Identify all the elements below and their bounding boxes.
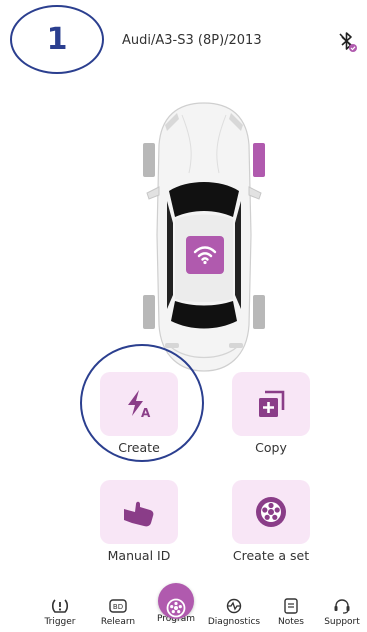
- create-set-label: Create a set: [232, 548, 310, 563]
- nav-relearn-label: Relearn: [100, 617, 136, 627]
- tire-rear-left: [143, 295, 155, 329]
- step-number-annotation: 1: [10, 5, 104, 74]
- tire-front-left: [143, 143, 155, 177]
- nav-trigger[interactable]: Trigger: [30, 585, 90, 632]
- headset-icon: [334, 599, 350, 614]
- tire-rear-right: [253, 295, 265, 329]
- manual-id-button[interactable]: [100, 480, 178, 544]
- svg-text:BD: BD: [113, 603, 123, 611]
- copy-label: Copy: [255, 440, 287, 455]
- hand-pointer-icon: [124, 501, 154, 527]
- notes-icon: [284, 598, 298, 614]
- vehicle-diagram: [137, 95, 271, 375]
- tire-pressure-icon: [51, 599, 69, 613]
- copy-button[interactable]: [232, 372, 310, 436]
- diagnostics-icon: [226, 598, 242, 614]
- wifi-sensor-icon[interactable]: [186, 236, 224, 274]
- nav-support[interactable]: Support: [312, 585, 367, 632]
- wheel-icon: [256, 497, 286, 527]
- create-highlight-annotation: [80, 344, 204, 462]
- vehicle-title[interactable]: Audi/A3-S3 (8P)/2013: [122, 33, 262, 48]
- bottom-navigation: Trigger BD Relearn Program Diagnostics N…: [0, 583, 367, 632]
- program-wheel-icon: [158, 583, 194, 619]
- nav-relearn[interactable]: BD Relearn: [88, 585, 148, 632]
- nav-diagnostics-label: Diagnostics: [207, 617, 261, 627]
- manual-id-label: Manual ID: [107, 548, 171, 563]
- nav-support-label: Support: [324, 617, 360, 627]
- copy-icon: [259, 390, 285, 417]
- step-number: 1: [46, 22, 68, 57]
- nav-notes-label: Notes: [278, 617, 304, 627]
- nav-trigger-label: Trigger: [44, 617, 76, 627]
- nav-diagnostics[interactable]: Diagnostics: [204, 585, 264, 632]
- nav-program[interactable]: Program: [146, 583, 206, 632]
- tire-front-right: [253, 143, 265, 177]
- bluetooth-disconnected-icon[interactable]: [334, 29, 360, 55]
- create-set-button[interactable]: [232, 480, 310, 544]
- obd-icon: BD: [109, 599, 127, 613]
